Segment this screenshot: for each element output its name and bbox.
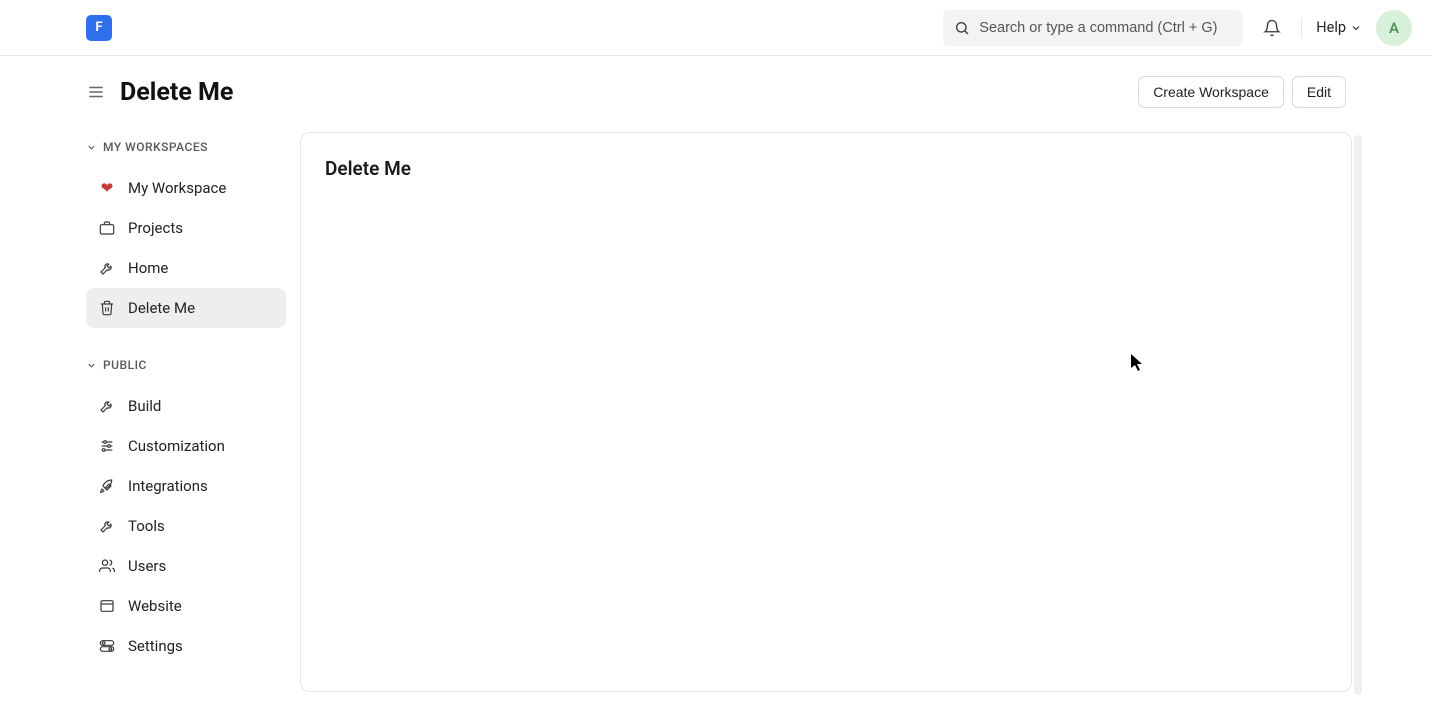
sidebar-item-delete-me[interactable]: Delete Me [86,288,286,328]
sidebar-item-settings[interactable]: Settings [86,626,286,666]
public-list: Build Customization Integrations Tools [86,386,286,666]
sidebar-item-projects[interactable]: Projects [86,208,286,248]
section-my-workspaces[interactable]: MY WORKSPACES [86,136,286,158]
heart-icon: ❤ [98,179,116,197]
tool-icon [98,259,116,277]
help-menu[interactable]: Help [1316,19,1362,36]
sidebar-item-tools[interactable]: Tools [86,506,286,546]
sidebar: MY WORKSPACES ❤ My Workspace Projects Ho… [86,120,286,702]
header-actions: Create Workspace Edit [1138,76,1346,108]
bell-icon [1263,19,1281,37]
page-header: Delete Me Create Workspace Edit [0,56,1432,120]
tool-icon [98,397,116,415]
sidebar-toggle[interactable] [86,82,106,102]
card-title: Delete Me [325,157,1327,180]
search-input[interactable] [979,20,1233,36]
sidebar-item-label: Customization [128,437,225,455]
sidebar-item-label: Users [128,557,166,575]
toggles-icon [98,637,116,655]
create-workspace-button[interactable]: Create Workspace [1138,76,1284,108]
chevron-down-icon [86,360,97,371]
sidebar-item-label: Projects [128,219,183,237]
sidebar-item-integrations[interactable]: Integrations [86,466,286,506]
main-content: Delete Me [286,120,1432,702]
chevron-down-icon [1350,22,1362,34]
sliders-icon [98,437,116,455]
app-logo-letter: F [95,20,102,35]
topbar: F Help A [0,0,1432,56]
search-icon [953,19,971,37]
body: MY WORKSPACES ❤ My Workspace Projects Ho… [0,120,1432,702]
sidebar-item-label: Integrations [128,477,208,495]
users-icon [98,557,116,575]
avatar[interactable]: A [1376,10,1412,46]
trash-icon [98,299,116,317]
app-logo[interactable]: F [86,15,112,41]
page-title: Delete Me [120,78,233,107]
section-label: MY WORKSPACES [103,140,208,154]
chevron-down-icon [86,142,97,153]
tool-icon [98,517,116,535]
my-workspaces-list: ❤ My Workspace Projects Home Delete Me [86,168,286,328]
section-label: PUBLIC [103,358,147,372]
notifications-button[interactable] [1257,13,1287,43]
sidebar-item-label: Tools [128,517,165,535]
global-search[interactable] [943,10,1243,46]
sidebar-item-label: Home [128,259,168,277]
section-public[interactable]: PUBLIC [86,354,286,376]
sidebar-item-label: Delete Me [128,299,195,317]
edit-button[interactable]: Edit [1292,76,1346,108]
sidebar-item-home[interactable]: Home [86,248,286,288]
menu-icon [87,83,105,101]
avatar-initial: A [1389,19,1399,37]
help-label: Help [1316,19,1346,36]
sidebar-item-build[interactable]: Build [86,386,286,426]
separator [1301,18,1302,38]
sidebar-item-label: Settings [128,637,183,655]
briefcase-icon [98,219,116,237]
window-icon [98,597,116,615]
rocket-icon [98,477,116,495]
sidebar-item-label: Website [128,597,182,615]
scrollbar[interactable] [1354,135,1362,695]
topbar-right: Help A [943,10,1412,46]
sidebar-item-label: My Workspace [128,179,226,197]
sidebar-item-label: Build [128,397,161,415]
sidebar-item-customization[interactable]: Customization [86,426,286,466]
workspace-card: Delete Me [300,132,1352,692]
sidebar-item-users[interactable]: Users [86,546,286,586]
sidebar-item-website[interactable]: Website [86,586,286,626]
sidebar-item-my-workspace[interactable]: ❤ My Workspace [86,168,286,208]
